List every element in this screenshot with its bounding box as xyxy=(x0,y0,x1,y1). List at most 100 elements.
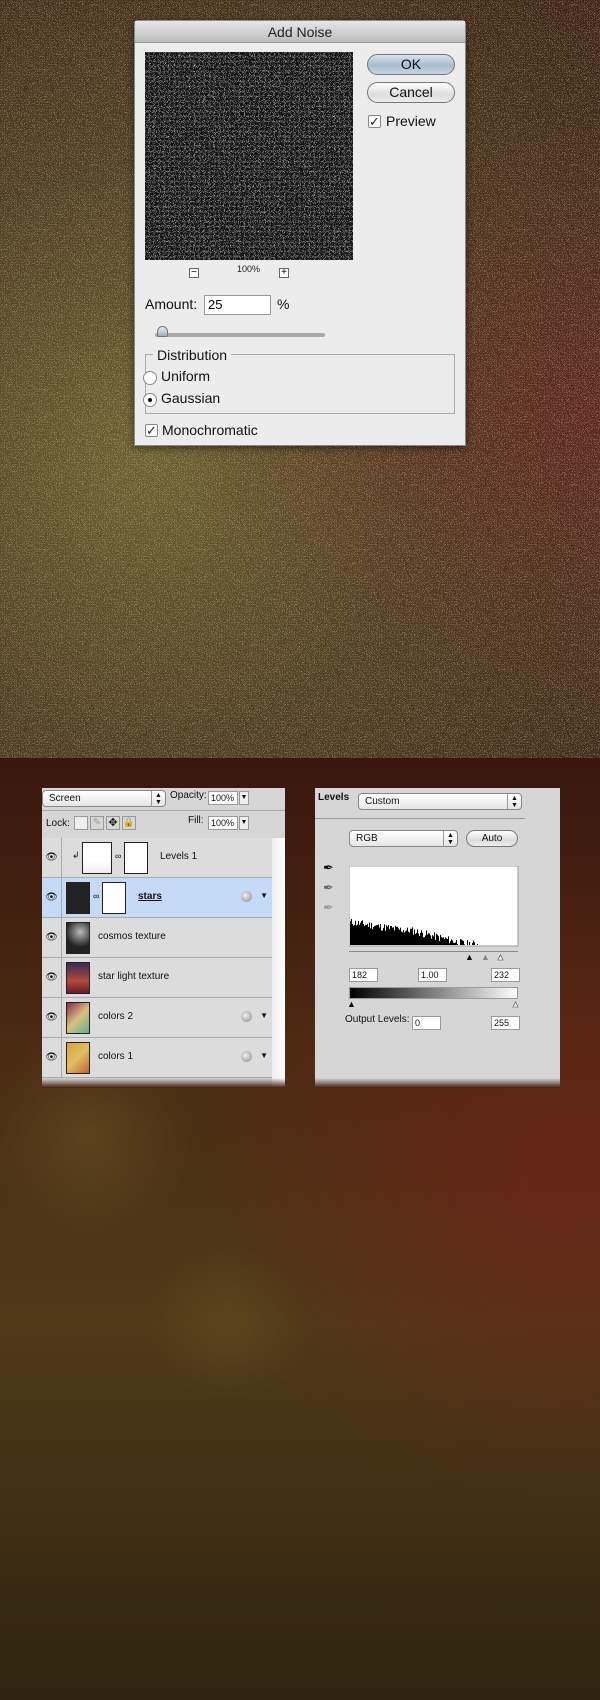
layer-thumbnail xyxy=(66,882,90,914)
layer-row[interactable]: 👁 ∞ stars ▼ xyxy=(42,878,272,918)
opacity-dropdown[interactable]: ▼ xyxy=(239,791,249,805)
zoom-out-button[interactable]: − xyxy=(189,268,199,278)
white-eyedropper-icon[interactable]: ✒ xyxy=(323,900,334,916)
fill-dropdown[interactable]: ▼ xyxy=(239,816,249,830)
gamma-slider[interactable]: ▲ xyxy=(481,952,490,962)
eye-icon[interactable]: 👁 xyxy=(42,918,62,958)
blend-mode-select[interactable]: Screen ▲ ▼ xyxy=(42,790,166,807)
lock-all-icon[interactable]: 🔒 xyxy=(122,816,136,830)
layer-mask-thumbnail xyxy=(102,882,126,914)
opacity-input[interactable]: 100% xyxy=(208,791,238,805)
layers-panel: Screen ▲ ▼ Opacity: 100% ▼ Lock: ✎ ✥ 🔒 Fil… xyxy=(42,788,285,1088)
eye-icon[interactable]: 👁 xyxy=(42,998,62,1038)
histogram-bar xyxy=(364,925,365,945)
eye-icon[interactable]: 👁 xyxy=(42,1038,62,1078)
expand-icon[interactable]: ▼ xyxy=(260,1011,268,1020)
layer-row[interactable]: 👁 cosmos texture xyxy=(42,918,272,958)
histogram-bar xyxy=(432,935,433,945)
fill-input[interactable]: 100% xyxy=(208,816,238,830)
divider xyxy=(42,810,285,811)
lock-brush-icon[interactable]: ✎ xyxy=(90,816,104,830)
histogram-bar xyxy=(430,935,431,945)
amount-unit: % xyxy=(277,296,290,312)
histogram-bar xyxy=(474,942,475,945)
zoom-in-button[interactable]: + xyxy=(279,268,289,278)
input-black-field[interactable]: 182 xyxy=(349,968,378,982)
histogram-bar xyxy=(394,930,395,945)
layer-thumbnail xyxy=(66,962,90,994)
histogram-bar xyxy=(398,928,399,945)
auto-button[interactable]: Auto xyxy=(466,830,518,847)
layer-name[interactable]: stars xyxy=(138,891,162,902)
histogram-bar xyxy=(355,920,356,945)
histogram-bar xyxy=(438,936,439,945)
expand-icon[interactable]: ▼ xyxy=(260,1051,268,1060)
layer-thumbnail xyxy=(66,1042,90,1074)
uniform-label: Uniform xyxy=(161,368,211,384)
black-eyedropper-icon[interactable]: ✒ xyxy=(323,860,334,876)
channel-select[interactable]: RGB ▲ ▼ xyxy=(349,830,458,847)
layer-row[interactable]: 👁 ↲ ∞ Levels 1 xyxy=(42,838,272,878)
link-icon: ∞ xyxy=(93,891,100,901)
preview-checkbox[interactable]: ✓ xyxy=(368,115,381,128)
histogram-bar xyxy=(353,925,354,945)
eye-icon[interactable]: 👁 xyxy=(42,878,62,918)
output-black-field[interactable]: 0 xyxy=(412,1016,441,1030)
ok-button[interactable]: OK xyxy=(367,54,455,75)
layer-effects-icon[interactable] xyxy=(241,1011,252,1022)
output-white-field[interactable]: 255 xyxy=(491,1016,520,1030)
output-white-slider[interactable]: ▲ xyxy=(511,999,520,1010)
amount-input[interactable]: 25 xyxy=(204,295,271,315)
layer-effects-icon[interactable] xyxy=(241,891,252,902)
histogram-bar xyxy=(413,934,414,945)
histogram-bar xyxy=(437,934,438,945)
lock-transparency-icon[interactable] xyxy=(74,816,88,830)
cancel-button[interactable]: Cancel xyxy=(367,82,455,103)
layer-mask-thumbnail xyxy=(124,842,148,874)
histogram-bar xyxy=(359,924,360,945)
input-white-field[interactable]: 232 xyxy=(491,968,520,982)
noise-preview[interactable] xyxy=(145,52,353,260)
histogram-bar xyxy=(400,927,401,945)
gray-eyedropper-icon[interactable]: ✒ xyxy=(323,880,334,896)
histogram-bar xyxy=(390,926,391,945)
expand-icon[interactable]: ▼ xyxy=(260,891,268,900)
layer-name: colors 2 xyxy=(98,1011,134,1022)
histogram-bar xyxy=(365,924,366,945)
layer-row[interactable]: 👁 colors 2 ▼ xyxy=(42,998,272,1038)
scrollbar[interactable] xyxy=(272,838,285,1088)
black-point-slider[interactable]: ▲ xyxy=(465,952,474,962)
monochromatic-checkbox[interactable]: ✓ xyxy=(145,424,158,437)
gaussian-radio[interactable] xyxy=(143,393,157,407)
histogram-bar xyxy=(377,924,378,945)
eye-icon[interactable]: 👁 xyxy=(42,958,62,998)
histogram-bar xyxy=(453,942,454,945)
histogram-bar xyxy=(372,929,373,945)
lock-move-icon[interactable]: ✥ xyxy=(106,816,120,830)
amount-slider-thumb[interactable] xyxy=(157,326,168,337)
eye-icon[interactable]: 👁 xyxy=(42,838,62,878)
white-point-slider[interactable]: ▲ xyxy=(496,952,505,963)
histogram-bar xyxy=(393,927,394,945)
uniform-radio[interactable] xyxy=(143,371,157,385)
levels-adjustment-icon xyxy=(82,842,112,874)
fade-overlay xyxy=(315,1078,560,1088)
preset-value: Custom xyxy=(365,796,400,807)
layer-row[interactable]: 👁 star light texture xyxy=(42,958,272,998)
fade-overlay xyxy=(42,1078,285,1088)
layer-row[interactable]: 👁 colors 1 ▼ xyxy=(42,1038,272,1078)
input-gamma-field[interactable]: 1.00 xyxy=(418,968,447,982)
blend-mode-value: Screen xyxy=(49,793,81,804)
link-icon: ∞ xyxy=(115,851,122,861)
preset-select[interactable]: Custom ▲ ▼ xyxy=(358,793,522,810)
histogram-bar xyxy=(447,939,448,945)
amount-slider[interactable] xyxy=(155,333,325,337)
histogram-bar xyxy=(457,943,458,945)
input-slider-track[interactable] xyxy=(349,951,518,952)
output-black-slider[interactable]: ▲ xyxy=(347,999,356,1009)
layer-effects-icon[interactable] xyxy=(241,1051,252,1062)
histogram-bar xyxy=(461,939,462,945)
histogram-bar xyxy=(417,929,418,945)
histogram-bar xyxy=(477,943,478,945)
histogram-bar xyxy=(371,923,372,945)
